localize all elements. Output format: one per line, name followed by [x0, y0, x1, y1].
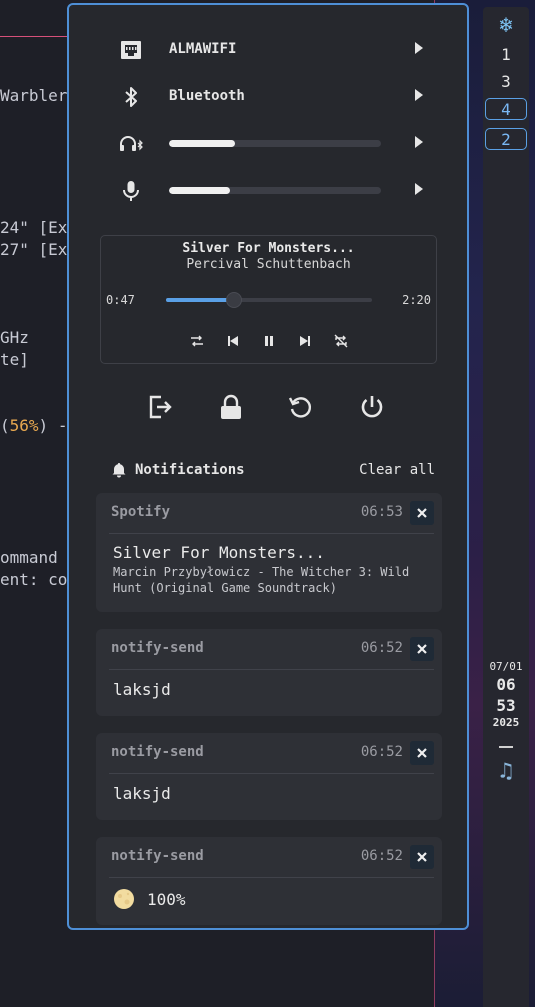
total-time: 2:20 [402, 293, 431, 307]
chevron-right-icon[interactable] [415, 89, 423, 101]
terminal-line: 27" [Ex [0, 240, 68, 259]
notification-body: Marcin Przybyłowicz - The Witcher 3: Wil… [113, 565, 410, 595]
mic-volume-slider[interactable] [169, 187, 381, 194]
slider-fill [169, 140, 235, 147]
previous-icon[interactable] [225, 333, 241, 349]
clock-year: 2025 [492, 716, 520, 729]
terminal-line: Warbler [0, 86, 68, 105]
notification-card[interactable]: notify-send 06:52 laksjd [96, 733, 442, 820]
notification-time: 06:52 [360, 640, 403, 656]
notification-app-name: notify-send [111, 744, 204, 760]
notification-card[interactable]: Spotify 06:53 Silver For Monsters... Mar… [96, 493, 442, 612]
microphone-icon [123, 181, 139, 201]
notifications-title: Notifications [135, 462, 245, 478]
notification-summary: laksjd [113, 784, 171, 803]
terminal-line: (56%) - [0, 416, 68, 435]
restart-icon[interactable] [288, 394, 314, 420]
notification-summary: 100% [147, 890, 186, 909]
bell-icon [112, 463, 126, 478]
workspace-button[interactable]: 1 [485, 44, 527, 66]
headphone-volume-row [119, 130, 439, 158]
clear-all-button[interactable]: Clear all [359, 462, 435, 478]
bluetooth-row[interactable]: Bluetooth [119, 83, 439, 111]
bluetooth-label: Bluetooth [169, 88, 245, 104]
shuffle-icon[interactable] [189, 333, 205, 349]
close-icon[interactable] [410, 501, 434, 525]
notification-app-name: notify-send [111, 848, 204, 864]
snowflake-icon[interactable]: ❄ [483, 13, 529, 38]
status-bar: ❄ 1 3 4 2 07/01 06 53 2025 ♫ [483, 7, 529, 1007]
wifi-label: ALMAWIFI [169, 41, 237, 57]
chevron-right-icon[interactable] [415, 136, 423, 148]
divider [109, 773, 434, 774]
clock-hour: 06 [496, 675, 516, 694]
close-icon[interactable] [410, 637, 434, 661]
logout-icon[interactable] [147, 394, 173, 420]
notification-time: 06:52 [360, 744, 403, 760]
current-time: 0:47 [106, 293, 135, 307]
terminal-line: te] [0, 350, 29, 369]
divider [109, 877, 434, 878]
lock-icon[interactable] [218, 394, 244, 420]
notification-card[interactable]: notify-send 06:52 laksjd [96, 629, 442, 716]
headphone-volume-slider[interactable] [169, 140, 381, 147]
terminal-line: ommand [0, 548, 58, 567]
ethernet-icon [121, 41, 141, 59]
seek-handle[interactable] [225, 292, 242, 308]
slider-fill [169, 187, 231, 194]
chevron-right-icon[interactable] [415, 42, 423, 54]
notification-summary: laksjd [113, 680, 171, 699]
terminal-line: GHz [0, 328, 29, 347]
divider [109, 533, 434, 534]
bluetooth-icon [125, 87, 137, 107]
power-icon[interactable] [359, 394, 385, 420]
terminal-line: 24" [Ex [0, 218, 68, 237]
moon-icon [114, 889, 134, 909]
clock-minute: 53 [496, 696, 516, 715]
notification-time: 06:52 [360, 848, 403, 864]
track-title: Silver For Monsters... [182, 241, 355, 256]
control-center-panel: ALMAWIFI Bluetooth Silver For Monsters..… [67, 3, 469, 930]
separator [499, 746, 513, 748]
workspace-button[interactable]: 4 [485, 98, 527, 120]
seek-progress [166, 298, 234, 302]
workspace-button[interactable]: 2 [485, 128, 527, 150]
media-player: Silver For Monsters... Percival Schutten… [100, 235, 437, 364]
mic-volume-row [119, 177, 439, 205]
close-icon[interactable] [410, 741, 434, 765]
track-artist: Percival Schuttenbach [186, 257, 351, 272]
notification-time: 06:53 [360, 504, 403, 520]
close-icon[interactable] [410, 845, 434, 869]
chevron-right-icon[interactable] [415, 183, 423, 195]
notification-app-name: notify-send [111, 640, 204, 656]
workspace-button[interactable]: 3 [485, 71, 527, 93]
music-note-icon[interactable]: ♫ [483, 759, 529, 784]
notification-summary: Silver For Monsters... [113, 543, 325, 562]
seek-bar[interactable] [166, 292, 372, 308]
pause-icon[interactable] [261, 333, 277, 349]
notification-card[interactable]: notify-send 06:52 100% [96, 837, 442, 925]
repeat-off-icon[interactable] [333, 333, 349, 349]
terminal-border-line [0, 36, 70, 37]
clock-date: 07/01 [489, 660, 523, 673]
wifi-row[interactable]: ALMAWIFI [119, 36, 439, 64]
terminal-line: ent: co [0, 570, 68, 589]
headphones-bluetooth-icon [120, 136, 143, 151]
notifications-header: Notifications Clear all [111, 460, 435, 482]
divider [109, 669, 434, 670]
clock[interactable]: 07/01 06 53 2025 [483, 660, 529, 730]
next-icon[interactable] [297, 333, 313, 349]
notification-app-name: Spotify [111, 504, 171, 520]
